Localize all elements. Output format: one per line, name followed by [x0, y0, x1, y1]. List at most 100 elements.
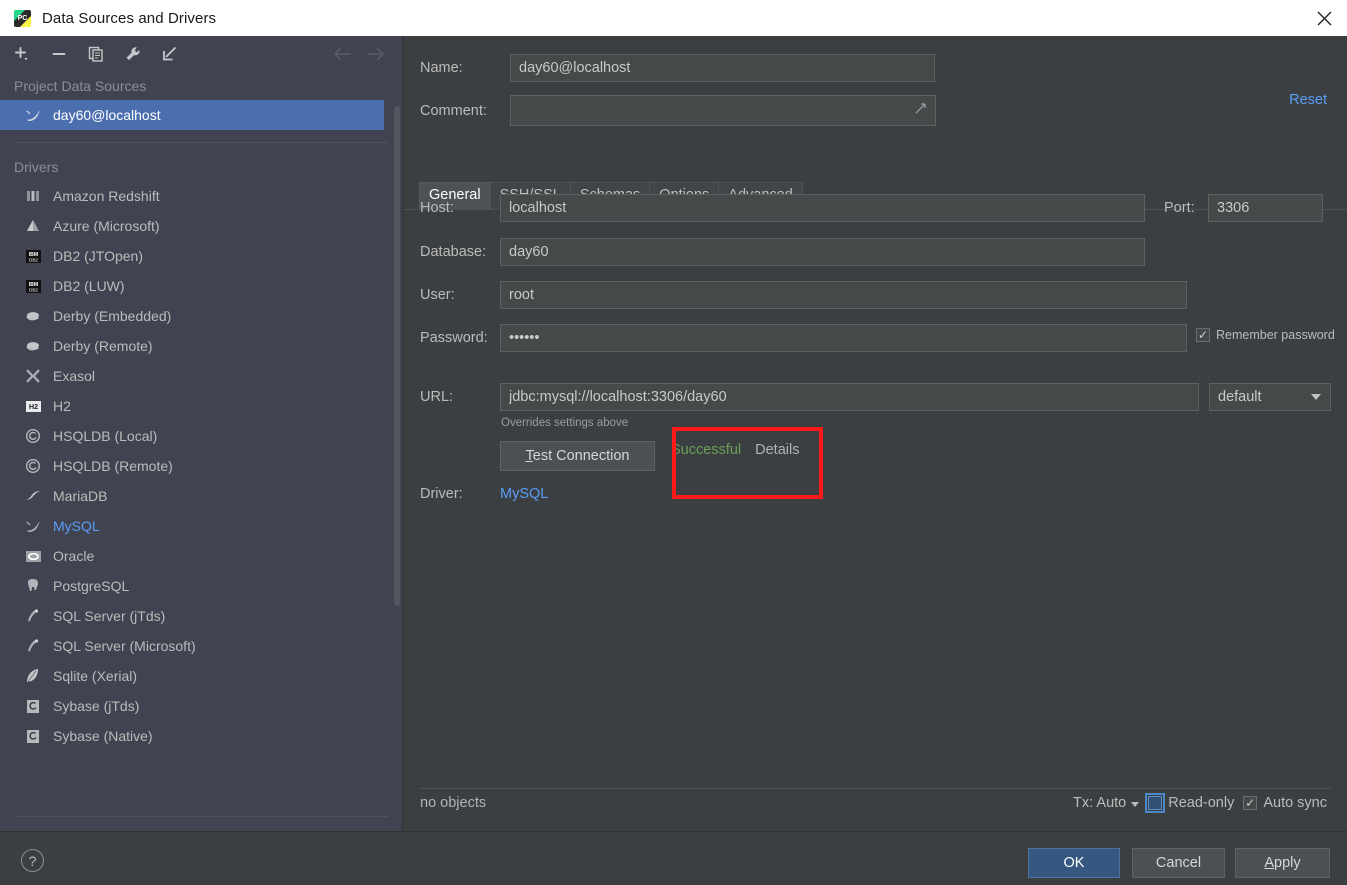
- sidebar-item-day60-localhost[interactable]: day60@localhost: [0, 100, 384, 130]
- read-only-checkbox[interactable]: [1145, 793, 1166, 813]
- cancel-button[interactable]: Cancel: [1132, 848, 1225, 878]
- redshift-icon: [24, 187, 42, 205]
- driver-item-sql-server-microsoft[interactable]: SQL Server (Microsoft): [0, 631, 402, 661]
- password-input[interactable]: [500, 324, 1187, 352]
- expand-arrow-icon[interactable]: [914, 102, 927, 118]
- remove-button[interactable]: [47, 42, 71, 66]
- url-scheme-combobox[interactable]: default: [1209, 383, 1331, 411]
- driver-item-amazon-redshift[interactable]: Amazon Redshift: [0, 181, 402, 211]
- test-connection-label-rest: est Connection: [532, 448, 630, 464]
- test-connection-button[interactable]: Test Connection: [500, 441, 655, 471]
- driver-label: H2: [53, 398, 71, 414]
- driver-item-derby-remote[interactable]: Derby (Remote): [0, 331, 402, 361]
- url-override-hint: Overrides settings above: [501, 417, 629, 429]
- url-input[interactable]: [500, 383, 1199, 411]
- driver-item-sybase-native[interactable]: Sybase (Native): [0, 721, 402, 751]
- remember-password-checkbox[interactable]: ✓: [1196, 328, 1210, 342]
- h2-icon: H2: [24, 397, 42, 415]
- driver-item-db2-luw[interactable]: IBM DB2 DB2 (LUW): [0, 271, 402, 301]
- ok-button[interactable]: OK: [1028, 848, 1120, 878]
- auto-sync-control: ✓ Auto sync: [1243, 795, 1327, 811]
- check-icon: ✓: [1197, 328, 1209, 342]
- hsqldb-icon: [24, 427, 42, 445]
- copy-icon[interactable]: [84, 42, 108, 66]
- ibm-db2-icon: IBM DB2: [24, 277, 42, 295]
- driver-item-mysql[interactable]: MySQL: [0, 511, 402, 541]
- test-connection-mnemonic: T: [525, 448, 533, 464]
- driver-link[interactable]: MySQL: [500, 486, 548, 502]
- host-input[interactable]: [500, 194, 1145, 222]
- sidebar-divider: [14, 142, 388, 143]
- close-icon[interactable]: [1301, 0, 1347, 36]
- ibm-db2-icon: IBM DB2: [24, 247, 42, 265]
- driver-label: Sqlite (Xerial): [53, 668, 138, 684]
- sidebar-scrollbar[interactable]: [394, 106, 400, 606]
- driver-label: Oracle: [53, 548, 95, 564]
- test-result-row: Successful Details: [671, 442, 799, 458]
- database-input[interactable]: [500, 238, 1145, 266]
- driver-item-db2-jtopen[interactable]: IBM DB2 DB2 (JTOpen): [0, 241, 402, 271]
- driver-label: Exasol: [53, 368, 96, 384]
- url-scheme-value: default: [1218, 389, 1262, 405]
- svg-text:DB2: DB2: [29, 287, 38, 292]
- driver-item-sybase-jtds[interactable]: Sybase (jTds): [0, 691, 402, 721]
- connection-details-link[interactable]: Details: [755, 442, 799, 458]
- host-row: Host:: [420, 194, 1145, 222]
- wrench-icon[interactable]: [121, 42, 145, 66]
- driver-label: Amazon Redshift: [53, 188, 160, 204]
- name-row: Name:: [420, 54, 935, 82]
- driver-item-exasol[interactable]: Exasol: [0, 361, 402, 391]
- auto-sync-checkbox[interactable]: ✓: [1243, 796, 1258, 810]
- chevron-down-icon: [1131, 802, 1140, 807]
- driver-item-oracle[interactable]: Oracle: [0, 541, 402, 571]
- sqlserver-icon: [24, 637, 42, 655]
- remember-password-label: Remember password: [1216, 328, 1335, 342]
- help-button[interactable]: ?: [21, 849, 44, 872]
- driver-item-sql-server-jtds[interactable]: SQL Server (jTds): [0, 601, 402, 631]
- nav-forward-button[interactable]: [364, 42, 388, 66]
- remember-password-row: ✓ Remember password: [1196, 328, 1335, 342]
- apply-mnemonic: A: [1264, 855, 1275, 871]
- sidebar: Project Data Sources day60@localhost Dri…: [0, 36, 403, 831]
- data-sources-dialog: Data Sources and Drivers: [0, 0, 1347, 885]
- chevron-down-icon: [1311, 394, 1321, 400]
- port-label: Port:: [1164, 200, 1195, 216]
- reset-link[interactable]: Reset: [1289, 92, 1327, 108]
- mysql-dolphin-icon: [24, 517, 42, 535]
- driver-item-sqlite-xerial[interactable]: Sqlite (Xerial): [0, 661, 402, 691]
- driver-item-azure-microsoft[interactable]: Azure (Microsoft): [0, 211, 402, 241]
- driver-item-postgresql[interactable]: PostgreSQL: [0, 571, 402, 601]
- azure-icon: [24, 217, 42, 235]
- window-title: Data Sources and Drivers: [42, 9, 217, 27]
- user-label: User:: [420, 287, 455, 303]
- driver-item-mariadb[interactable]: MariaDB: [0, 481, 402, 511]
- name-input[interactable]: [510, 54, 935, 82]
- port-row: Port:: [1164, 194, 1323, 222]
- url-label: URL:: [420, 389, 454, 405]
- apply-button[interactable]: Apply: [1235, 848, 1330, 878]
- title-bar: Data Sources and Drivers: [0, 0, 1347, 36]
- port-input[interactable]: [1208, 194, 1323, 222]
- driver-label: MariaDB: [53, 488, 108, 504]
- exasol-icon: [24, 367, 42, 385]
- annotation-rectangle: [672, 427, 823, 499]
- tx-mode-dropdown[interactable]: Tx: Auto: [1073, 795, 1140, 811]
- driver-label: PostgreSQL: [53, 578, 130, 594]
- driver-item-hsqldb-local[interactable]: HSQLDB (Local): [0, 421, 402, 451]
- mysql-dolphin-icon: [24, 106, 42, 124]
- driver-label: MySQL: [53, 518, 100, 534]
- svg-text:H2: H2: [29, 404, 38, 411]
- add-button[interactable]: [10, 42, 34, 66]
- auto-sync-label: Auto sync: [1263, 795, 1327, 811]
- nav-back-button[interactable]: [330, 42, 354, 66]
- driver-label: HSQLDB (Local): [53, 428, 158, 444]
- driver-item-h2[interactable]: H2 H2: [0, 391, 402, 421]
- comment-label: Comment:: [420, 102, 487, 119]
- database-label: Database:: [420, 244, 487, 260]
- arrow-into-corner-icon[interactable]: [158, 42, 182, 66]
- comment-input[interactable]: [510, 95, 936, 126]
- driver-item-hsqldb-remote[interactable]: HSQLDB (Remote): [0, 451, 402, 481]
- driver-item-derby-embedded[interactable]: Derby (Embedded): [0, 301, 402, 331]
- user-input[interactable]: [500, 281, 1187, 309]
- tx-mode-label: Tx: Auto: [1073, 795, 1127, 811]
